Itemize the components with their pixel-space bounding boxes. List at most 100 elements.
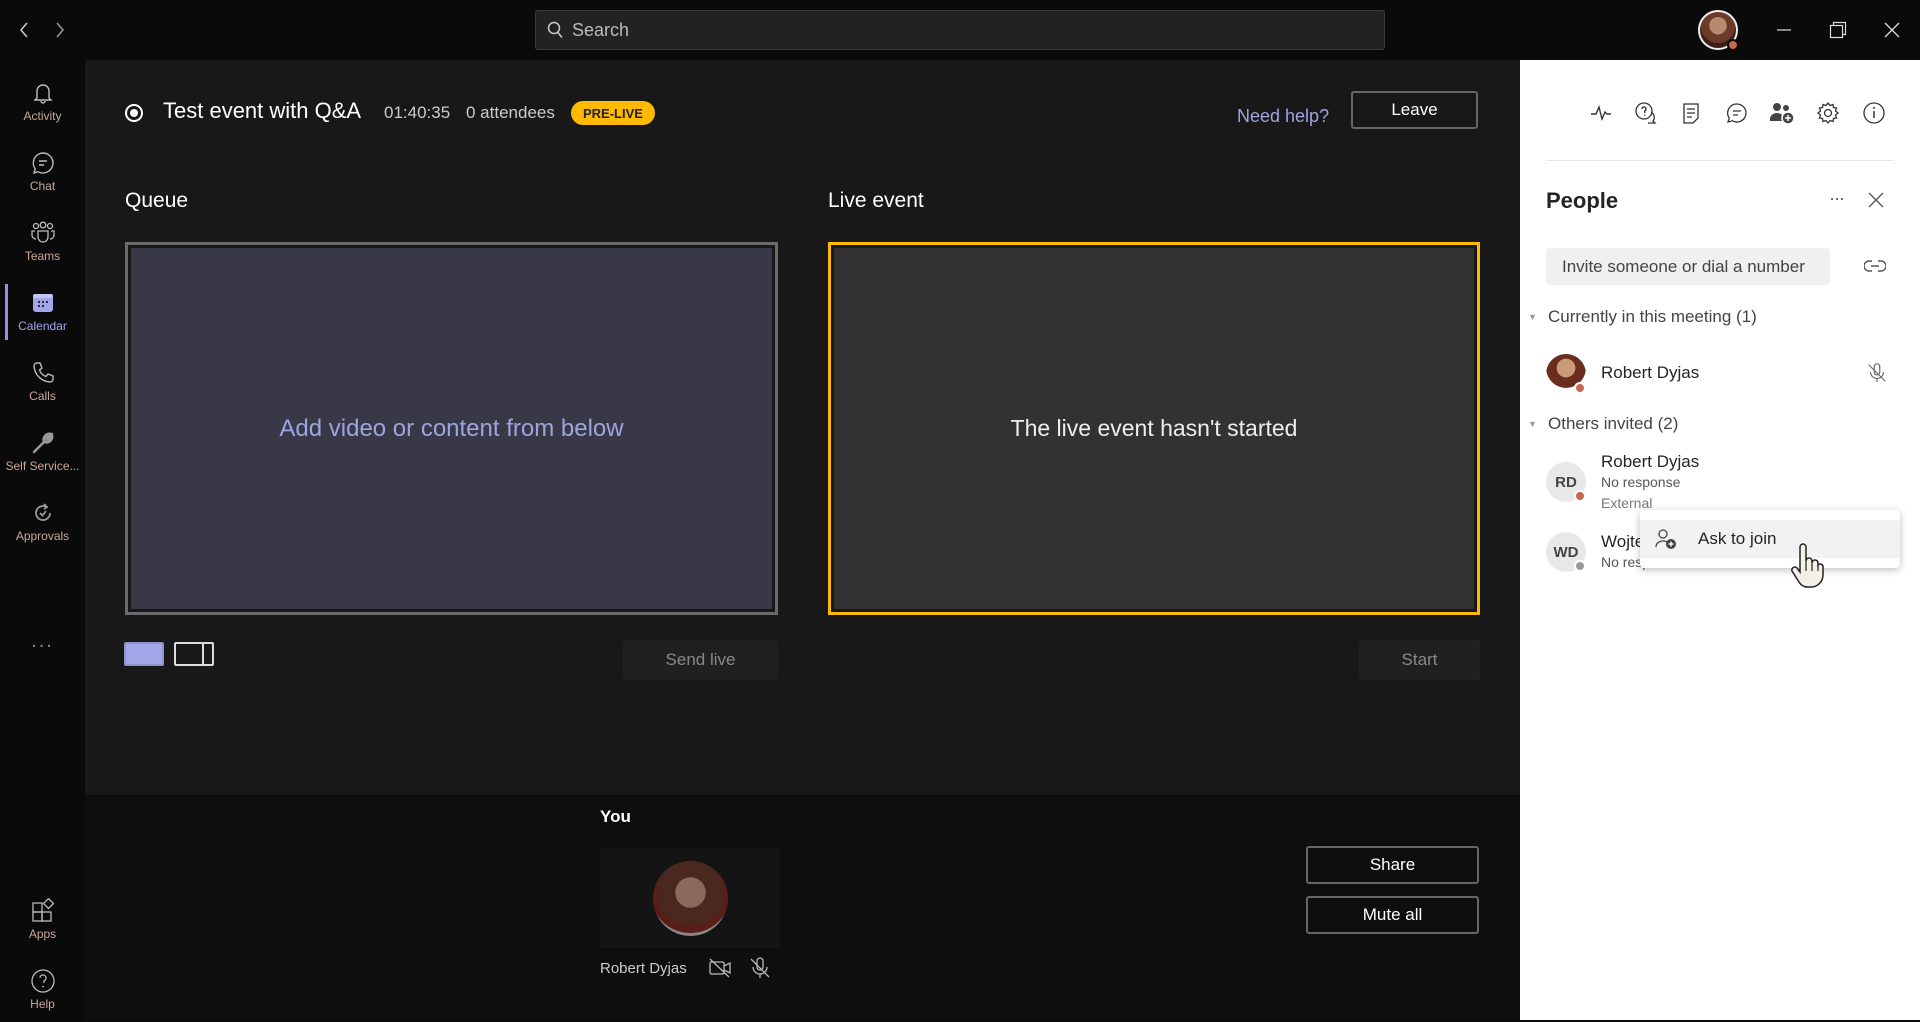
rail-item-calls[interactable]: Calls [0,348,85,414]
participants-strip [85,795,1520,1020]
participant-row[interactable]: Robert Dyjas [1546,352,1896,396]
rail-item-approvals[interactable]: Approvals [0,488,85,554]
rail-label: Chat [29,178,56,193]
rail-label: Help [30,996,55,1011]
tab-settings[interactable] [1813,98,1843,128]
rail-label: Approvals [15,528,70,543]
need-help-link[interactable]: Need help? [1237,106,1329,127]
more-apps-button[interactable]: ... [0,630,85,660]
live-event-title: Live event [828,189,924,212]
search-box[interactable] [535,10,1385,50]
restore-button[interactable] [1818,10,1858,50]
invitee-tag: External [1601,495,1653,511]
invitee-row[interactable]: RD Robert Dyjas No response External [1546,452,1896,514]
menu-item-label: Ask to join [1698,529,1777,548]
approvals-icon [34,502,51,521]
group-currently-in-meeting[interactable]: ▼ Currently in this meeting (1) [1528,307,1757,327]
rail-item-activity[interactable]: Activity [0,68,85,134]
invitee-name: Wojte [1601,532,1645,551]
camera-off-button[interactable] [708,956,732,980]
self-video-tile[interactable] [600,848,780,948]
group-others-invited[interactable]: ▼ Others invited (2) [1528,414,1678,434]
collapse-caret-icon: ▼ [1528,419,1537,429]
rail-label: Apps [28,926,57,941]
mic-off-icon [750,957,770,978]
queue-title: Queue [125,189,189,212]
invitee-avatar: WD [1546,532,1586,572]
mute-all-button[interactable]: Mute all [1306,896,1479,934]
person-add-icon [1655,529,1676,549]
panel-close-button[interactable] [1862,186,1890,214]
presence-busy-indicator [1574,490,1586,502]
rail-item-chat[interactable]: Chat [0,138,85,204]
title-bar [0,0,1920,60]
status-badge: PRE-LIVE [571,101,655,125]
group-label: Others invited (2) [1548,414,1679,433]
live-preview: The live event hasn't started [828,242,1480,615]
recording-status-icon [125,104,143,122]
close-window-button[interactable] [1872,10,1912,50]
queue-placeholder: Add video or content from below [131,248,772,609]
tab-info[interactable] [1859,98,1889,128]
live-status-text: The live event hasn't started [834,248,1474,609]
tab-chat[interactable] [1722,98,1752,128]
teams-icon [30,221,55,243]
queue-preview[interactable]: Add video or content from below [125,242,778,615]
rail-label: Teams [24,248,61,263]
presence-busy-indicator [1727,39,1739,51]
attendee-count: 0 attendees [466,103,555,122]
minimize-icon [1777,29,1791,31]
gear-icon [1816,101,1840,125]
tab-qa[interactable] [1631,98,1661,128]
rail-label: Calls [29,388,56,403]
avatar-initials: WD [1553,543,1579,561]
panel-more-button[interactable]: ... [1822,184,1852,214]
phone-icon [32,361,54,383]
camera-off-icon [709,958,731,978]
rail-label: Activity [23,108,62,123]
ask-to-join-menu-item[interactable]: Ask to join [1640,520,1900,558]
layout-split-button[interactable] [174,642,214,666]
search-icon [547,21,563,38]
invitee-avatar: RD [1546,462,1586,502]
user-avatar[interactable] [1698,10,1739,51]
mic-off-icon [1868,363,1886,383]
avatar-initials: RD [1555,473,1577,491]
send-live-button[interactable]: Send live [623,640,778,680]
app-rail: Activity Chat Teams Calendar Calls Self … [0,60,85,1020]
tab-notes[interactable] [1676,98,1706,128]
collapse-caret-icon: ▼ [1528,312,1537,322]
qa-icon [1635,102,1657,124]
invite-input[interactable] [1546,248,1830,285]
self-name: Robert Dyjas [600,960,687,977]
forward-button[interactable] [48,16,72,44]
self-avatar [653,861,728,936]
start-button[interactable]: Start [1359,640,1480,680]
copy-link-button[interactable] [1862,253,1888,279]
pulse-icon [1591,104,1611,122]
people-add-icon [1770,103,1795,125]
share-button[interactable]: Share [1306,846,1479,884]
search-input[interactable] [572,19,1352,41]
group-label: Currently in this meeting (1) [1548,307,1757,326]
chat-icon [1727,103,1747,123]
chevron-left-icon [20,22,28,38]
layout-single-button[interactable] [124,642,164,666]
panel-title: People [1546,188,1619,213]
mic-off-button[interactable] [748,956,772,980]
back-button[interactable] [12,16,36,44]
tab-people[interactable] [1767,98,1797,128]
rail-item-teams[interactable]: Teams [0,208,85,274]
event-title: Test event with Q&A [163,98,362,123]
tab-health[interactable] [1586,98,1616,128]
you-section-title: You [600,807,631,826]
rail-item-help[interactable]: Help [0,956,85,1022]
leave-button[interactable]: Leave [1351,91,1478,129]
rail-item-apps[interactable]: Apps [0,886,85,952]
rail-item-self-service[interactable]: Self Service... [0,418,85,484]
rail-item-calendar[interactable]: Calendar [0,278,85,344]
minimize-button[interactable] [1764,10,1804,50]
participant-mic-status [1866,362,1888,389]
close-icon [1868,192,1884,208]
info-icon [1863,102,1885,124]
